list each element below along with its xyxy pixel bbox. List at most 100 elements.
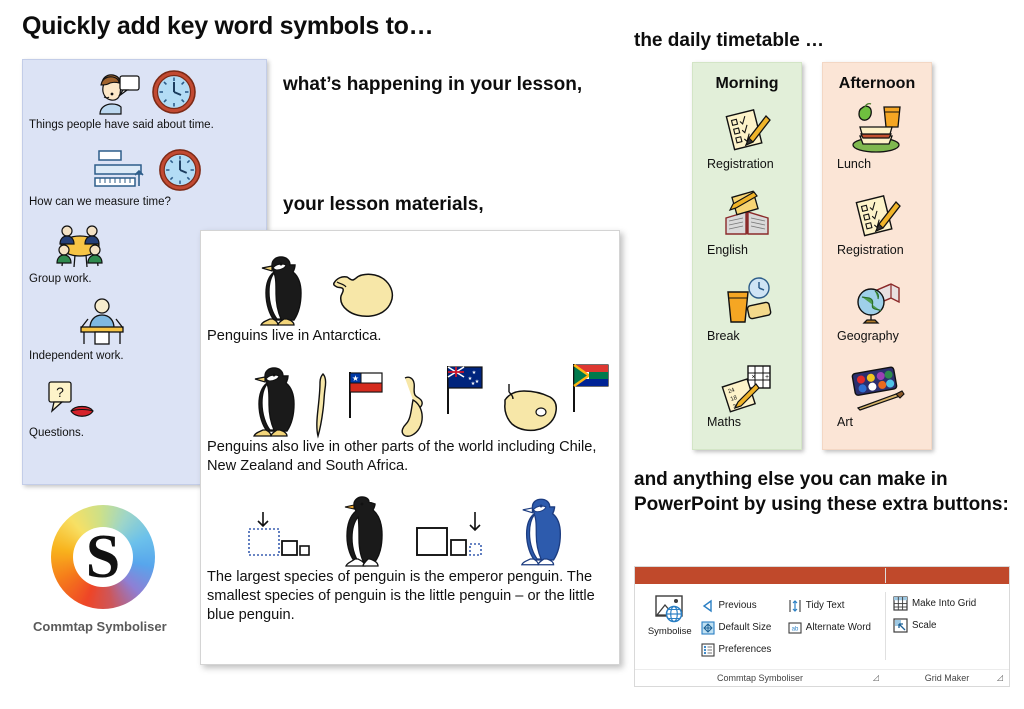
symbol-group-said-about-time: [23, 64, 266, 116]
dialog-launcher-icon[interactable]: ◿: [997, 673, 1003, 682]
question-speech-icon: ?: [48, 381, 94, 417]
svg-text:★: ★: [352, 374, 359, 383]
dialog-launcher-icon[interactable]: ◿: [873, 673, 879, 682]
largest-icon: [248, 511, 310, 556]
content-text: The largest species of penguin is the em…: [207, 568, 595, 623]
list-item-label: Registration: [707, 157, 774, 171]
caption-happening: what’s happening in your lesson,: [283, 74, 583, 95]
symbolise-button[interactable]: Symbolise: [639, 590, 701, 669]
speaking-person-icon: [98, 74, 140, 115]
list-item: Art: [823, 361, 931, 447]
penguin-icon: [260, 256, 302, 326]
caption-materials: your lesson materials,: [283, 194, 484, 215]
ribbon-group-name: Commtap Symboliser: [716, 673, 804, 683]
ribbon-column-one: Previous Default Size Preferences: [700, 590, 788, 669]
chile-map-icon: [316, 372, 327, 439]
default-size-button-label: Default Size: [718, 622, 772, 633]
svg-text:×: ×: [752, 374, 756, 381]
preferences-button[interactable]: Preferences: [700, 640, 788, 659]
list-item: × + 241836 Maths: [693, 361, 801, 447]
caption-extra-buttons: and anything else you can make in PowerP…: [634, 469, 1009, 515]
alternate-word-button[interactable]: ab Alternate Word: [788, 618, 885, 637]
ribbon-group-grid-maker: Make Into Grid Scale: [885, 584, 1009, 669]
symbol-row-sizes: [201, 490, 619, 568]
list-item: Break: [693, 275, 801, 361]
ribbon-group-commtap-symboliser: Symbolise Previous Default Size Preferen…: [635, 584, 885, 669]
symbol-group-measure-time: [23, 141, 266, 193]
previous-button-label: Previous: [718, 600, 757, 611]
content-block: Penguins live in Antarctica.: [201, 231, 619, 346]
checklist-pencil-icon: [823, 189, 931, 241]
drink-snack-clock-icon: [693, 275, 801, 327]
new-zealand-map-icon: [401, 376, 423, 437]
list-item-label: Geography: [837, 329, 899, 343]
list-item-label: Break: [707, 329, 740, 343]
list-item-label: Things people have said about time.: [29, 119, 214, 131]
commtap-logo-ring: S: [51, 505, 155, 609]
list-item: English: [693, 189, 801, 275]
tidy-text-button-label: Tidy Text: [805, 600, 845, 611]
ribbon-body: Symbolise Previous Default Size Preferen…: [635, 584, 1009, 669]
picture-globe-icon: [655, 595, 683, 623]
tidy-text-icon: [789, 599, 801, 612]
list-item: Lunch: [823, 102, 931, 189]
content-block: ★ ★ ★ ★ ★ Penguins also live in other pa…: [201, 346, 619, 476]
list-item: Registration: [693, 103, 801, 189]
preferences-button-label: Preferences: [718, 644, 772, 655]
lesson-materials-card: Penguins live in Antarctica. ★ ★ ★ ★ ★ P…: [200, 230, 620, 665]
footer-separator: [885, 568, 886, 583]
tidy-text-button[interactable]: Tidy Text: [788, 596, 885, 615]
checklist-pencil-icon: [693, 103, 801, 155]
ribbon-group-label-symboliser: Commtap Symboliser ◿: [635, 670, 885, 686]
content-text: Penguins also live in other parts of the…: [207, 438, 597, 474]
ribbon-footer: Commtap Symboliser ◿ Grid Maker ◿: [635, 568, 1009, 686]
caption-timetable: the daily timetable …: [634, 30, 825, 51]
scale-button[interactable]: Scale: [893, 616, 1009, 635]
emperor-penguin-icon: [344, 496, 383, 567]
ribbon-group-name: Grid Maker: [924, 673, 970, 683]
content-block: The largest species of penguin is the em…: [201, 476, 619, 625]
independent-work-icon: [80, 298, 124, 345]
antarctica-map-icon: [333, 273, 394, 317]
symbolise-button-label: Symbolise: [647, 626, 692, 637]
little-blue-penguin-icon: [520, 498, 562, 566]
ribbon-title-bar: [635, 567, 1009, 584]
svg-text:+: +: [765, 374, 769, 381]
list-item-label: How can we measure time?: [29, 196, 171, 208]
previous-triangle-icon: [702, 599, 712, 612]
penguin-icon: [253, 367, 295, 437]
symbol-row-antarctica: [201, 249, 619, 327]
south-africa-map-icon: [504, 383, 557, 432]
list-item-label: English: [707, 243, 748, 257]
default-size-button[interactable]: Default Size: [700, 618, 788, 637]
preferences-icon: [700, 642, 715, 657]
grid-maker-buttons: Make Into Grid Scale: [893, 592, 1009, 635]
ruler-measure-icon: [93, 150, 144, 187]
powerpoint-ribbon: Symbolise Previous Default Size Preferen…: [634, 566, 1010, 687]
globe-book-icon: [823, 275, 931, 327]
page-title: Quickly add key word symbols to…: [22, 12, 434, 40]
svg-text:★: ★: [472, 370, 477, 376]
list-item: Registration: [823, 189, 931, 275]
grid-table-icon: [893, 596, 908, 611]
scale-icon: [893, 618, 908, 633]
default-size-icon: [700, 620, 715, 635]
timetable-afternoon-card: Afternoon Lunch Registration Geography A…: [822, 62, 932, 450]
smallest-icon: [416, 511, 482, 556]
alternate-word-icon: ab: [788, 621, 802, 634]
previous-button[interactable]: Previous: [701, 596, 788, 615]
svg-text:★: ★: [475, 379, 480, 385]
svg-text:ab: ab: [791, 626, 798, 632]
timetable-morning-title: Morning: [715, 75, 779, 92]
timetable-afternoon-title: Afternoon: [838, 75, 916, 92]
mouth-icon: [70, 405, 94, 417]
list-item-label: Registration: [837, 243, 904, 257]
svg-text:?: ?: [56, 384, 64, 400]
list-item: How can we measure time?: [23, 131, 266, 208]
list-item: Things people have said about time.: [23, 60, 266, 131]
list-item-label: Art: [837, 415, 853, 429]
book-pencil-icon: [693, 189, 801, 241]
symbol-row-other-countries: ★ ★ ★ ★ ★: [201, 360, 619, 439]
make-into-grid-button[interactable]: Make Into Grid: [893, 594, 1009, 613]
ribbon-column-two: Tidy Text ab Alternate Word: [788, 590, 885, 669]
